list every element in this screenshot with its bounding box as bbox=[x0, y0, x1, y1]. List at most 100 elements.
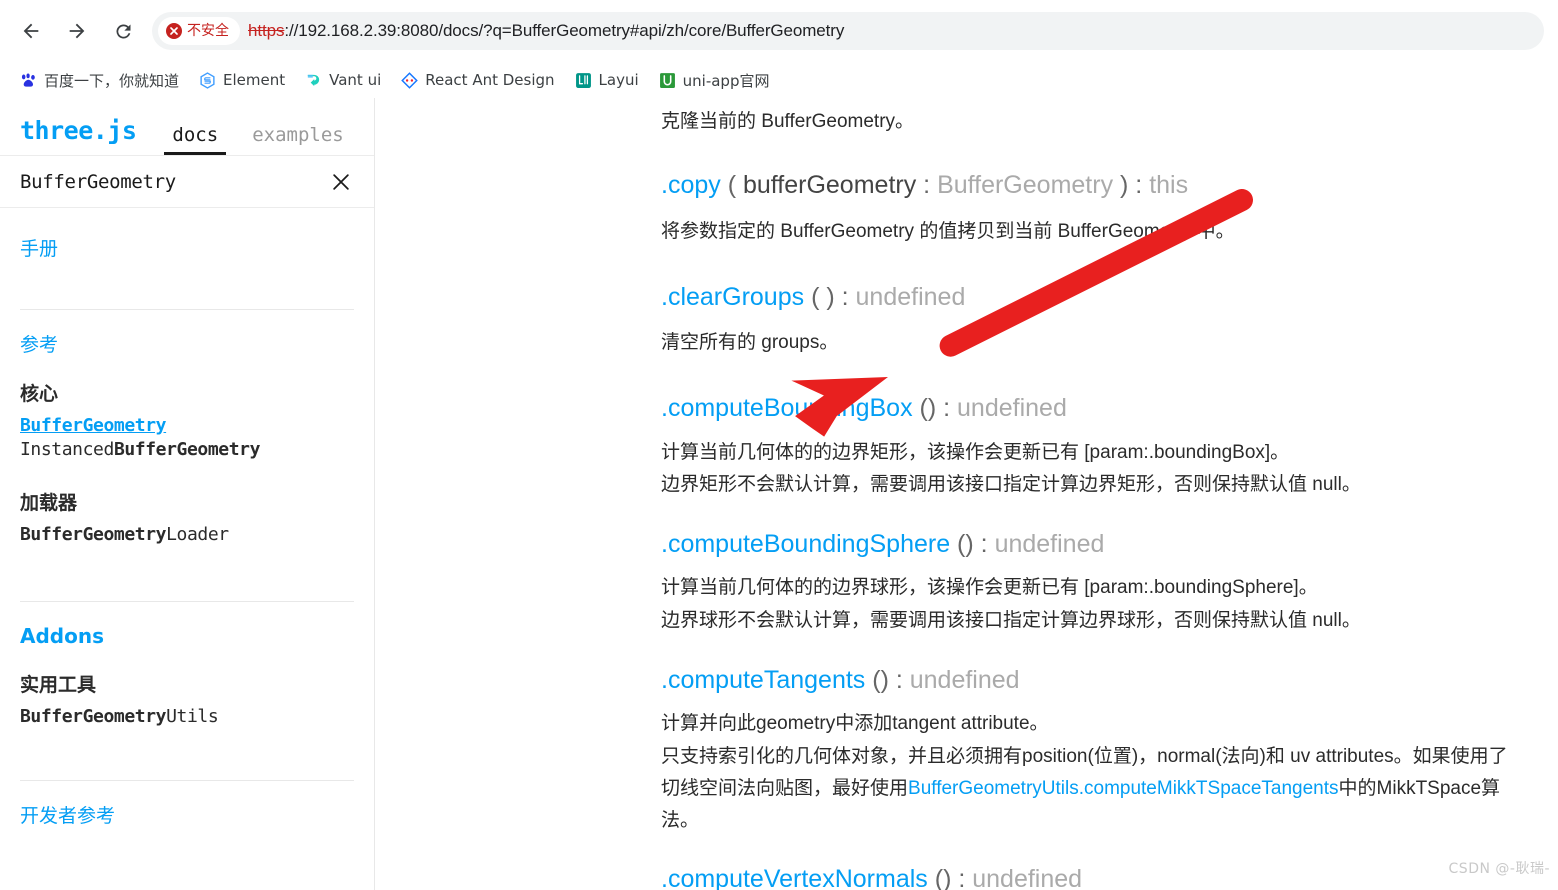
api-method-name[interactable]: .computeBoundingBox bbox=[661, 394, 913, 422]
api-param-type: BufferGeometry bbox=[937, 171, 1114, 200]
api-description-line: 将参数指定的 BufferGeometry 的值拷贝到当前 BufferGeom… bbox=[661, 220, 1235, 242]
back-arrow-icon bbox=[23, 23, 39, 39]
security-status-chip[interactable]: 不安全 bbox=[158, 17, 240, 45]
bookmark-react-ant-design[interactable]: React Ant Design bbox=[393, 66, 562, 94]
nav-link-manual[interactable]: 手册 bbox=[20, 238, 354, 261]
bookmark-label: 百度一下，你就知道 bbox=[44, 71, 180, 90]
api-description-line: 清空所有的 groups。 bbox=[661, 332, 839, 354]
api-method-name[interactable]: .clearGroups bbox=[661, 283, 804, 311]
api-method-computeBoundingSphere: .computeBoundingSphere () : undefined 计算… bbox=[661, 529, 1558, 637]
api-description-line: 计算当前几何体的的边界矩形，该操作会更新已有 [param:.boundingB… bbox=[661, 441, 1290, 463]
element-hexagon-icon bbox=[200, 71, 215, 89]
api-method-name[interactable]: .computeVertexNormals bbox=[661, 865, 928, 890]
threejs-logo[interactable]: three.js bbox=[20, 116, 137, 145]
tab-docs[interactable]: docs bbox=[158, 124, 232, 155]
api-method-computeBoundingBox: .computeBoundingBox () : undefined 计算当前几… bbox=[661, 393, 1558, 501]
nav-link-reference[interactable]: 参考 bbox=[20, 334, 354, 357]
docs-nav: 手册 参考 核心 BufferGeometry InstancedBufferG… bbox=[0, 208, 374, 890]
forward-button[interactable] bbox=[58, 12, 96, 50]
api-description-line: 法。 bbox=[661, 810, 700, 832]
docs-content: 克隆当前的 BufferGeometry。 .copy ( bufferGeom… bbox=[375, 98, 1558, 890]
api-signature: .computeVertexNormals () : undefined bbox=[661, 864, 1558, 890]
api-sig-open: ( bbox=[804, 282, 827, 311]
docs-intro-text: 克隆当前的 BufferGeometry。 bbox=[661, 111, 915, 132]
reload-icon bbox=[115, 23, 130, 38]
api-method-copy: .copy ( bufferGeometry : BufferGeometry … bbox=[661, 170, 1558, 248]
docs-search-row[interactable]: BufferGeometry bbox=[0, 156, 374, 208]
bookmark-label: Layui bbox=[598, 71, 639, 89]
nav-entry-buffergeometry[interactable]: BufferGeometry bbox=[20, 414, 354, 438]
api-sig-close: ) : bbox=[880, 666, 910, 695]
nav-group-title-loaders: 加载器 bbox=[20, 492, 78, 515]
api-method-computeVertexNormals: .computeVertexNormals () : undefined bbox=[661, 864, 1558, 890]
baidu-paw-icon bbox=[21, 72, 35, 87]
api-method-clearGroups: .clearGroups ( ) : undefined 清空所有的 group… bbox=[661, 282, 1558, 360]
api-signature: .computeBoundingBox () : undefined bbox=[661, 393, 1558, 424]
api-sig-open: ( bbox=[950, 530, 966, 559]
api-sig-close: ) : bbox=[943, 864, 973, 890]
nav-entry-prefix: Instanced bbox=[20, 438, 114, 460]
nav-group-title-core: 核心 bbox=[20, 382, 59, 405]
bookmark-label: Vant ui bbox=[329, 71, 382, 89]
nav-entry-buffergeometryloader[interactable]: BufferGeometryLoader bbox=[20, 523, 354, 547]
api-sig-open: ( bbox=[927, 864, 944, 890]
nav-entry-instancedbuffergeometry[interactable]: InstancedBufferGeometry bbox=[20, 438, 354, 462]
nav-link-developer-reference[interactable]: 开发者参考 bbox=[20, 805, 354, 828]
api-method-name[interactable]: .computeBoundingSphere bbox=[661, 530, 950, 558]
api-description-line: 边界球形不会默认计算，需要调用该接口指定计算边界球形，否则保持默认值 null。 bbox=[661, 609, 1361, 631]
api-return-type: this bbox=[1149, 171, 1189, 200]
nav-addons-title[interactable]: Addons bbox=[20, 624, 354, 648]
search-clear-button[interactable] bbox=[328, 169, 354, 195]
nav-entry-bold: BufferGeometry bbox=[20, 524, 167, 546]
bookmark-vant-ui[interactable]: Vant ui bbox=[297, 66, 389, 94]
nav-entry-buffergeometryutils[interactable]: BufferGeometryUtils bbox=[20, 705, 354, 729]
url-text[interactable]: https://192.168.2.39:8080/docs/?q=Buffer… bbox=[248, 21, 844, 41]
api-method-name[interactable]: .copy bbox=[661, 171, 721, 199]
api-return-type: undefined bbox=[972, 864, 1083, 890]
web-page: three.js docs examples BufferGeometry 手册… bbox=[0, 98, 1558, 890]
api-desc-text: 切线空间法向贴图，最好使用 bbox=[661, 777, 909, 799]
nav-entry-bold: BufferGeometry bbox=[113, 438, 261, 460]
api-description-line-with-link: 切线空间法向贴图，最好使用BufferGeometryUtils.compute… bbox=[661, 773, 1558, 805]
api-description-line: 只支持索引化的几何体对象，并且必须拥有position(位置)，normal(法… bbox=[661, 745, 1508, 767]
panel-header: three.js docs examples bbox=[0, 98, 374, 156]
ant-design-diamond-icon bbox=[401, 71, 419, 89]
api-method-name[interactable]: .computeTangents bbox=[661, 666, 865, 694]
api-description-line: 边界矩形不会默认计算，需要调用该接口指定计算边界矩形，否则保持默认值 null。 bbox=[661, 473, 1361, 495]
close-x-icon bbox=[333, 173, 349, 190]
api-param-name: bufferGeometry bbox=[742, 171, 917, 200]
api-desc-link-computeMikkTSpaceTangents[interactable]: BufferGeometryUtils.computeMikkTSpaceTan… bbox=[908, 778, 1339, 799]
api-sig-close: ) : bbox=[1113, 171, 1150, 200]
bookmark-label: Element bbox=[223, 71, 286, 89]
security-status-label: 不安全 bbox=[187, 23, 229, 39]
api-method-computeTangents: .computeTangents () : undefined 计算并向此geo… bbox=[661, 665, 1558, 837]
search-input[interactable]: BufferGeometry bbox=[20, 171, 328, 193]
docs-sidebar-panel: three.js docs examples BufferGeometry 手册… bbox=[0, 98, 375, 890]
nav-entry-suffix: Utils bbox=[166, 706, 219, 728]
nav-entry-suffix: Loader bbox=[166, 524, 229, 546]
layui-icon bbox=[575, 72, 591, 88]
api-sig-close: ) : bbox=[965, 530, 995, 559]
api-sig-close: ) : bbox=[927, 394, 958, 423]
watermark: CSDN @-耿瑞- bbox=[1448, 861, 1550, 877]
url-scheme: https bbox=[248, 21, 285, 40]
api-sig-open: ( bbox=[720, 171, 743, 200]
api-sig-close: ) : bbox=[826, 282, 856, 311]
api-desc-text: 中的MikkTSpace算 bbox=[1338, 777, 1501, 799]
api-signature: .clearGroups ( ) : undefined bbox=[661, 282, 1558, 313]
bookmark-baidu[interactable]: 百度一下，你就知道 bbox=[12, 66, 187, 94]
back-button[interactable] bbox=[12, 12, 50, 50]
api-return-type: undefined bbox=[994, 530, 1105, 559]
api-signature: .copy ( bufferGeometry : BufferGeometry … bbox=[661, 170, 1558, 201]
bookmark-layui[interactable]: Layui bbox=[567, 66, 647, 94]
bookmark-element[interactable]: Element bbox=[191, 66, 293, 94]
address-bar[interactable]: 不安全 https://192.168.2.39:8080/docs/?q=Bu… bbox=[152, 12, 1544, 50]
bookmark-uniapp[interactable]: uni-app官网 bbox=[651, 66, 778, 94]
api-param-sep: : bbox=[916, 171, 938, 200]
nav-group-title-utils: 实用工具 bbox=[20, 674, 97, 697]
reload-button[interactable] bbox=[104, 12, 142, 50]
api-return-type: undefined bbox=[855, 282, 966, 311]
tab-examples[interactable]: examples bbox=[238, 124, 358, 155]
uniapp-icon bbox=[659, 72, 675, 88]
browser-toolbar: 不安全 https://192.168.2.39:8080/docs/?q=Bu… bbox=[0, 0, 1558, 62]
